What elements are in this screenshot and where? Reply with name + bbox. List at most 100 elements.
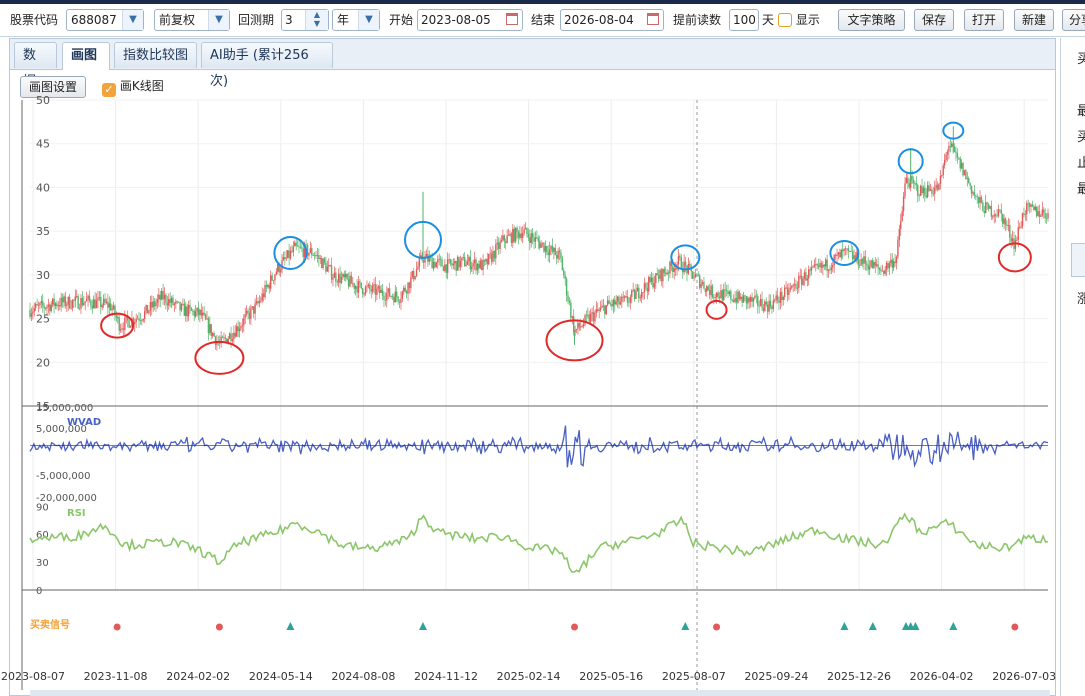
candle-body: [272, 280, 275, 281]
candle-body: [63, 296, 65, 303]
candle-body: [929, 189, 932, 191]
candle-body: [141, 320, 143, 322]
candle-body: [396, 291, 398, 297]
candle-body: [93, 299, 95, 309]
candle-body: [539, 241, 541, 248]
candle-body: [890, 259, 892, 264]
candle-body: [853, 255, 855, 260]
candle-body: [110, 303, 112, 311]
candle-body: [874, 262, 876, 266]
candle-body: [356, 286, 358, 293]
candle-body: [817, 265, 820, 268]
candle-body: [281, 260, 283, 270]
candle-body: [49, 304, 51, 312]
candle-body: [53, 298, 55, 307]
candle-body: [234, 332, 236, 337]
candle-body: [200, 309, 203, 316]
candle-body: [782, 296, 784, 300]
candle-body: [673, 268, 675, 272]
buy-signal-marker: [713, 623, 721, 631]
candle-body: [779, 291, 782, 303]
candle-body: [255, 301, 258, 304]
candle-body: [456, 256, 459, 271]
candle-body: [333, 272, 336, 278]
candle-body: [550, 246, 552, 250]
candle-body: [578, 322, 581, 328]
candle-body: [1021, 213, 1024, 227]
candle-body: [387, 288, 389, 294]
candle-body: [214, 336, 217, 345]
candle-body: [973, 192, 976, 196]
candle-body: [179, 301, 181, 311]
candle-body: [196, 307, 198, 312]
candle-body: [999, 209, 1001, 211]
candle-body: [943, 160, 946, 166]
candle-body: [100, 297, 102, 308]
candle-body: [616, 296, 619, 302]
candle-body: [1006, 224, 1008, 226]
candle-body: [277, 263, 279, 272]
candle-body: [599, 307, 602, 311]
candle-body: [922, 187, 925, 194]
candle-body: [274, 274, 276, 281]
candle-body: [230, 333, 232, 342]
candle-body: [738, 291, 741, 299]
candle-body: [866, 263, 868, 265]
candle-body: [367, 284, 370, 287]
candle-body: [905, 177, 908, 184]
candle-body: [810, 267, 813, 271]
candle-body: [117, 317, 119, 319]
candle-body: [1041, 209, 1044, 216]
candle-body: [520, 233, 523, 239]
candle-body: [1018, 227, 1021, 229]
candle-body: [233, 332, 235, 340]
candle-body: [322, 258, 324, 268]
candle-body: [660, 269, 663, 282]
candle-body: [289, 250, 292, 259]
candle-body: [275, 271, 278, 275]
candle-body: [926, 185, 929, 198]
candle-body: [891, 259, 893, 268]
candle-body: [612, 299, 615, 307]
candle-body: [115, 315, 118, 318]
candle-body: [628, 302, 630, 304]
candle-body: [864, 256, 867, 264]
candle-body: [431, 257, 433, 269]
candle-body: [803, 272, 806, 279]
candle-body: [190, 307, 193, 311]
candle-body: [315, 255, 317, 256]
candle-body: [404, 287, 406, 292]
candle-body: [475, 259, 477, 271]
candle-body: [665, 272, 667, 275]
candle-body: [802, 278, 804, 285]
candle-body: [689, 263, 691, 266]
candle-body: [400, 298, 402, 303]
candle-body: [884, 269, 886, 274]
right-panel-tab[interactable]: [1071, 243, 1085, 277]
candle-body: [441, 259, 443, 267]
candle-body: [211, 333, 214, 336]
candle-body: [264, 285, 266, 298]
candle-body: [70, 307, 72, 309]
candle-body: [118, 317, 120, 331]
candle-body: [32, 311, 34, 314]
candle-body: [878, 267, 881, 270]
candle-body: [319, 258, 321, 259]
candle-body: [37, 305, 40, 306]
candle-body: [284, 257, 286, 259]
rsi-tick-label: 30: [36, 558, 49, 569]
candle-body: [674, 268, 677, 270]
candle-body: [1026, 203, 1028, 214]
candle-body: [363, 293, 365, 295]
candle-body: [735, 297, 738, 303]
horizontal-scrollbar[interactable]: [30, 690, 1050, 696]
candle-body: [194, 311, 197, 317]
candle-body: [139, 320, 142, 321]
candle-body: [997, 209, 1000, 217]
candle-body: [437, 259, 439, 263]
candle-body: [482, 259, 484, 271]
price-tick-label: 45: [36, 138, 50, 151]
candle-body: [148, 310, 150, 314]
candle-body: [486, 259, 489, 265]
candle-body: [466, 261, 469, 265]
